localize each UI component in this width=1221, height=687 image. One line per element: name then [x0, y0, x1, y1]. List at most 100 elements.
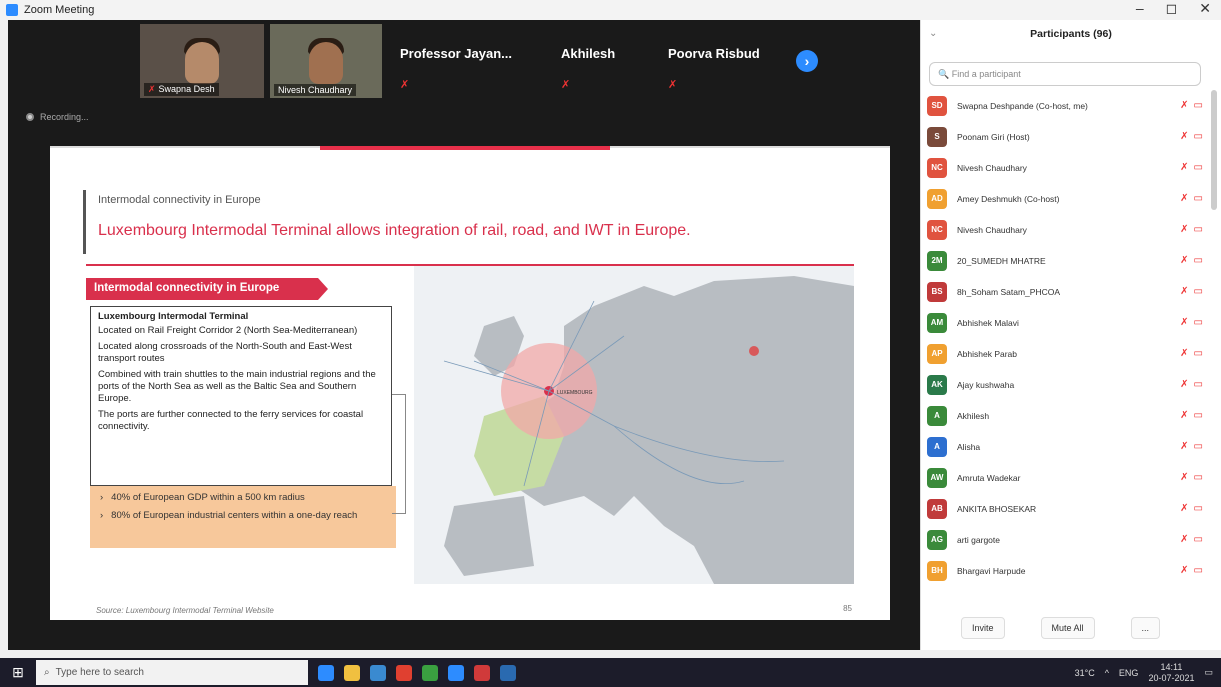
- tile-name-text: Professor Jayan...: [400, 46, 512, 61]
- highlight-item: › 40% of European GDP within a 500 km rad…: [100, 492, 386, 504]
- chevron-up-icon[interactable]: ^: [1105, 668, 1109, 678]
- taskbar-search-input[interactable]: ⌕ Type here to search: [36, 660, 308, 685]
- invite-button[interactable]: Invite: [961, 617, 1005, 639]
- mic-muted-icon[interactable]: ✗: [1180, 348, 1188, 359]
- name-tile[interactable]: Professor Jayan... ✗: [400, 46, 512, 91]
- video-off-icon[interactable]: ▭: [1194, 224, 1203, 235]
- edge-icon[interactable]: [318, 664, 334, 681]
- mic-muted-icon[interactable]: ✗: [1180, 503, 1188, 514]
- participant-row[interactable]: NC Nivesh Chaudhary ✗ ▭: [927, 214, 1207, 245]
- participant-status: ✗ ▭: [1180, 100, 1203, 111]
- participant-search-input[interactable]: 🔍 Find a participant: [929, 62, 1201, 86]
- shared-slide: Intermodal connectivity in Europe Luxemb…: [50, 146, 890, 620]
- video-off-icon[interactable]: ▭: [1194, 255, 1203, 266]
- participant-row[interactable]: S Poonam Giri (Host) ✗ ▭: [927, 121, 1207, 152]
- name-tile[interactable]: Akhilesh ✗: [561, 46, 615, 91]
- mute-all-button[interactable]: Mute All: [1040, 617, 1095, 639]
- video-off-icon[interactable]: ▭: [1194, 286, 1203, 297]
- participant-row[interactable]: AM Abhishek Malavi ✗ ▭: [927, 307, 1207, 338]
- video-off-icon[interactable]: ▭: [1194, 379, 1203, 390]
- mic-muted-icon[interactable]: ✗: [1180, 441, 1188, 452]
- mic-muted-icon[interactable]: ✗: [1180, 565, 1188, 576]
- video-off-icon[interactable]: ▭: [1194, 534, 1203, 545]
- close-button[interactable]: ✕: [1199, 0, 1211, 17]
- chrome-icon[interactable]: [396, 664, 412, 681]
- video-off-icon[interactable]: ▭: [1194, 348, 1203, 359]
- participant-row[interactable]: NC Nivesh Chaudhary ✗ ▭: [927, 152, 1207, 183]
- app-icon[interactable]: [422, 664, 438, 681]
- video-off-icon[interactable]: ▭: [1194, 100, 1203, 111]
- participant-row[interactable]: AG arti gargote ✗ ▭: [927, 524, 1207, 555]
- video-tile[interactable]: ✗ Swapna Desh: [140, 24, 264, 98]
- windows-start-icon[interactable]: ⊞: [0, 658, 36, 687]
- video-off-icon[interactable]: ▭: [1194, 317, 1203, 328]
- video-off-icon[interactable]: ▭: [1194, 131, 1203, 142]
- name-tile[interactable]: Poorva Risbud ✗: [668, 46, 760, 91]
- mic-muted-icon[interactable]: ✗: [1180, 255, 1188, 266]
- video-off-icon[interactable]: ▭: [1194, 565, 1203, 576]
- clock-date: 20-07-2021: [1148, 672, 1195, 683]
- participant-row[interactable]: AK Ajay kushwaha ✗ ▭: [927, 369, 1207, 400]
- video-off-icon[interactable]: ▭: [1194, 162, 1203, 173]
- zoom-taskbar-icon[interactable]: [448, 664, 464, 681]
- video-tile[interactable]: Nivesh Chaudhary: [270, 24, 382, 98]
- weather-text[interactable]: 31°C: [1075, 668, 1095, 678]
- notification-icon[interactable]: ▭: [1204, 667, 1213, 678]
- clock[interactable]: 14:11 20-07-2021: [1148, 662, 1194, 684]
- file-explorer-icon[interactable]: [344, 664, 360, 681]
- participant-row[interactable]: BH Bhargavi Harpude ✗ ▭: [927, 555, 1207, 586]
- mic-muted-icon[interactable]: ✗: [1180, 193, 1188, 204]
- mic-muted-icon[interactable]: ✗: [1180, 379, 1188, 390]
- maximize-button[interactable]: ◻: [1166, 0, 1178, 17]
- word-icon[interactable]: [500, 664, 516, 681]
- participant-row[interactable]: AB ANKITA BHOSEKAR ✗ ▭: [927, 493, 1207, 524]
- participant-status: ✗ ▭: [1180, 286, 1203, 297]
- participant-row[interactable]: BS 8h_Soham Satam_PHCOA ✗ ▭: [927, 276, 1207, 307]
- chevron-right-icon[interactable]: ›: [796, 50, 818, 72]
- video-off-icon[interactable]: ▭: [1194, 193, 1203, 204]
- mic-muted-icon[interactable]: ✗: [1180, 534, 1188, 545]
- recording-indicator: Recording...: [26, 112, 89, 122]
- participant-row[interactable]: SD Swapna Deshpande (Co-host, me) ✗ ▭: [927, 90, 1207, 121]
- participant-name: arti gargote: [957, 534, 1000, 545]
- more-options-button[interactable]: ...: [1130, 617, 1161, 639]
- tile-name-text: Swapna Desh: [158, 84, 215, 94]
- minimize-button[interactable]: –: [1136, 0, 1144, 17]
- video-off-icon[interactable]: ▭: [1194, 472, 1203, 483]
- bracket-connector: [392, 394, 406, 514]
- participant-name: 20_SUMEDH MHATRE: [957, 255, 1046, 266]
- participant-row[interactable]: AP Abhishek Parab ✗ ▭: [927, 338, 1207, 369]
- app-icon[interactable]: [474, 664, 490, 681]
- participant-scrollbar[interactable]: [1211, 90, 1217, 210]
- video-off-icon[interactable]: ▭: [1194, 410, 1203, 421]
- mic-muted-icon[interactable]: ✗: [1180, 224, 1188, 235]
- language-indicator[interactable]: ENG: [1119, 668, 1139, 678]
- video-off-icon[interactable]: ▭: [1194, 441, 1203, 452]
- search-icon: ⌕: [44, 667, 50, 678]
- windows-taskbar: ⊞ ⌕ Type here to search 31°C ^ ENG 14:11 …: [0, 658, 1221, 687]
- gallery-strip: ✗ Swapna Desh Nivesh Chaudhary Professor …: [8, 20, 920, 100]
- map-hub-label: LUXEMBOURG: [557, 390, 593, 396]
- participant-row[interactable]: AW Amruta Wadekar ✗ ▭: [927, 462, 1207, 493]
- mic-muted-icon[interactable]: ✗: [1180, 162, 1188, 173]
- mic-muted-icon[interactable]: ✗: [1180, 286, 1188, 297]
- participant-row[interactable]: A Akhilesh ✗ ▭: [927, 400, 1207, 431]
- participant-row[interactable]: AD Amey Deshmukh (Co-host) ✗ ▭: [927, 183, 1207, 214]
- store-icon[interactable]: [370, 664, 386, 681]
- participant-list: SD Swapna Deshpande (Co-host, me) ✗ ▭ S Poona…: [927, 90, 1207, 586]
- video-off-icon[interactable]: ▭: [1194, 503, 1203, 514]
- highlight-text: 80% of European industrial centers withi…: [111, 510, 358, 521]
- mic-muted-icon[interactable]: ✗: [1180, 410, 1188, 421]
- participant-row[interactable]: A Alisha ✗ ▭: [927, 431, 1207, 462]
- slide-section: Intermodal connectivity in Europe: [98, 194, 261, 206]
- mic-muted-icon[interactable]: ✗: [1180, 472, 1188, 483]
- mic-muted-icon[interactable]: ✗: [1180, 317, 1188, 328]
- participant-row[interactable]: 2M 20_SUMEDH MHATRE ✗ ▭: [927, 245, 1207, 276]
- zoom-logo-icon: [6, 4, 18, 16]
- avatar: S: [927, 126, 947, 147]
- mic-muted-icon: ✗: [400, 79, 410, 91]
- participant-name: Poonam Giri (Host): [957, 131, 1030, 142]
- mic-muted-icon[interactable]: ✗: [1180, 131, 1188, 142]
- mic-muted-icon[interactable]: ✗: [1180, 100, 1188, 111]
- title-bar: Zoom Meeting – ◻ ✕: [0, 0, 1221, 20]
